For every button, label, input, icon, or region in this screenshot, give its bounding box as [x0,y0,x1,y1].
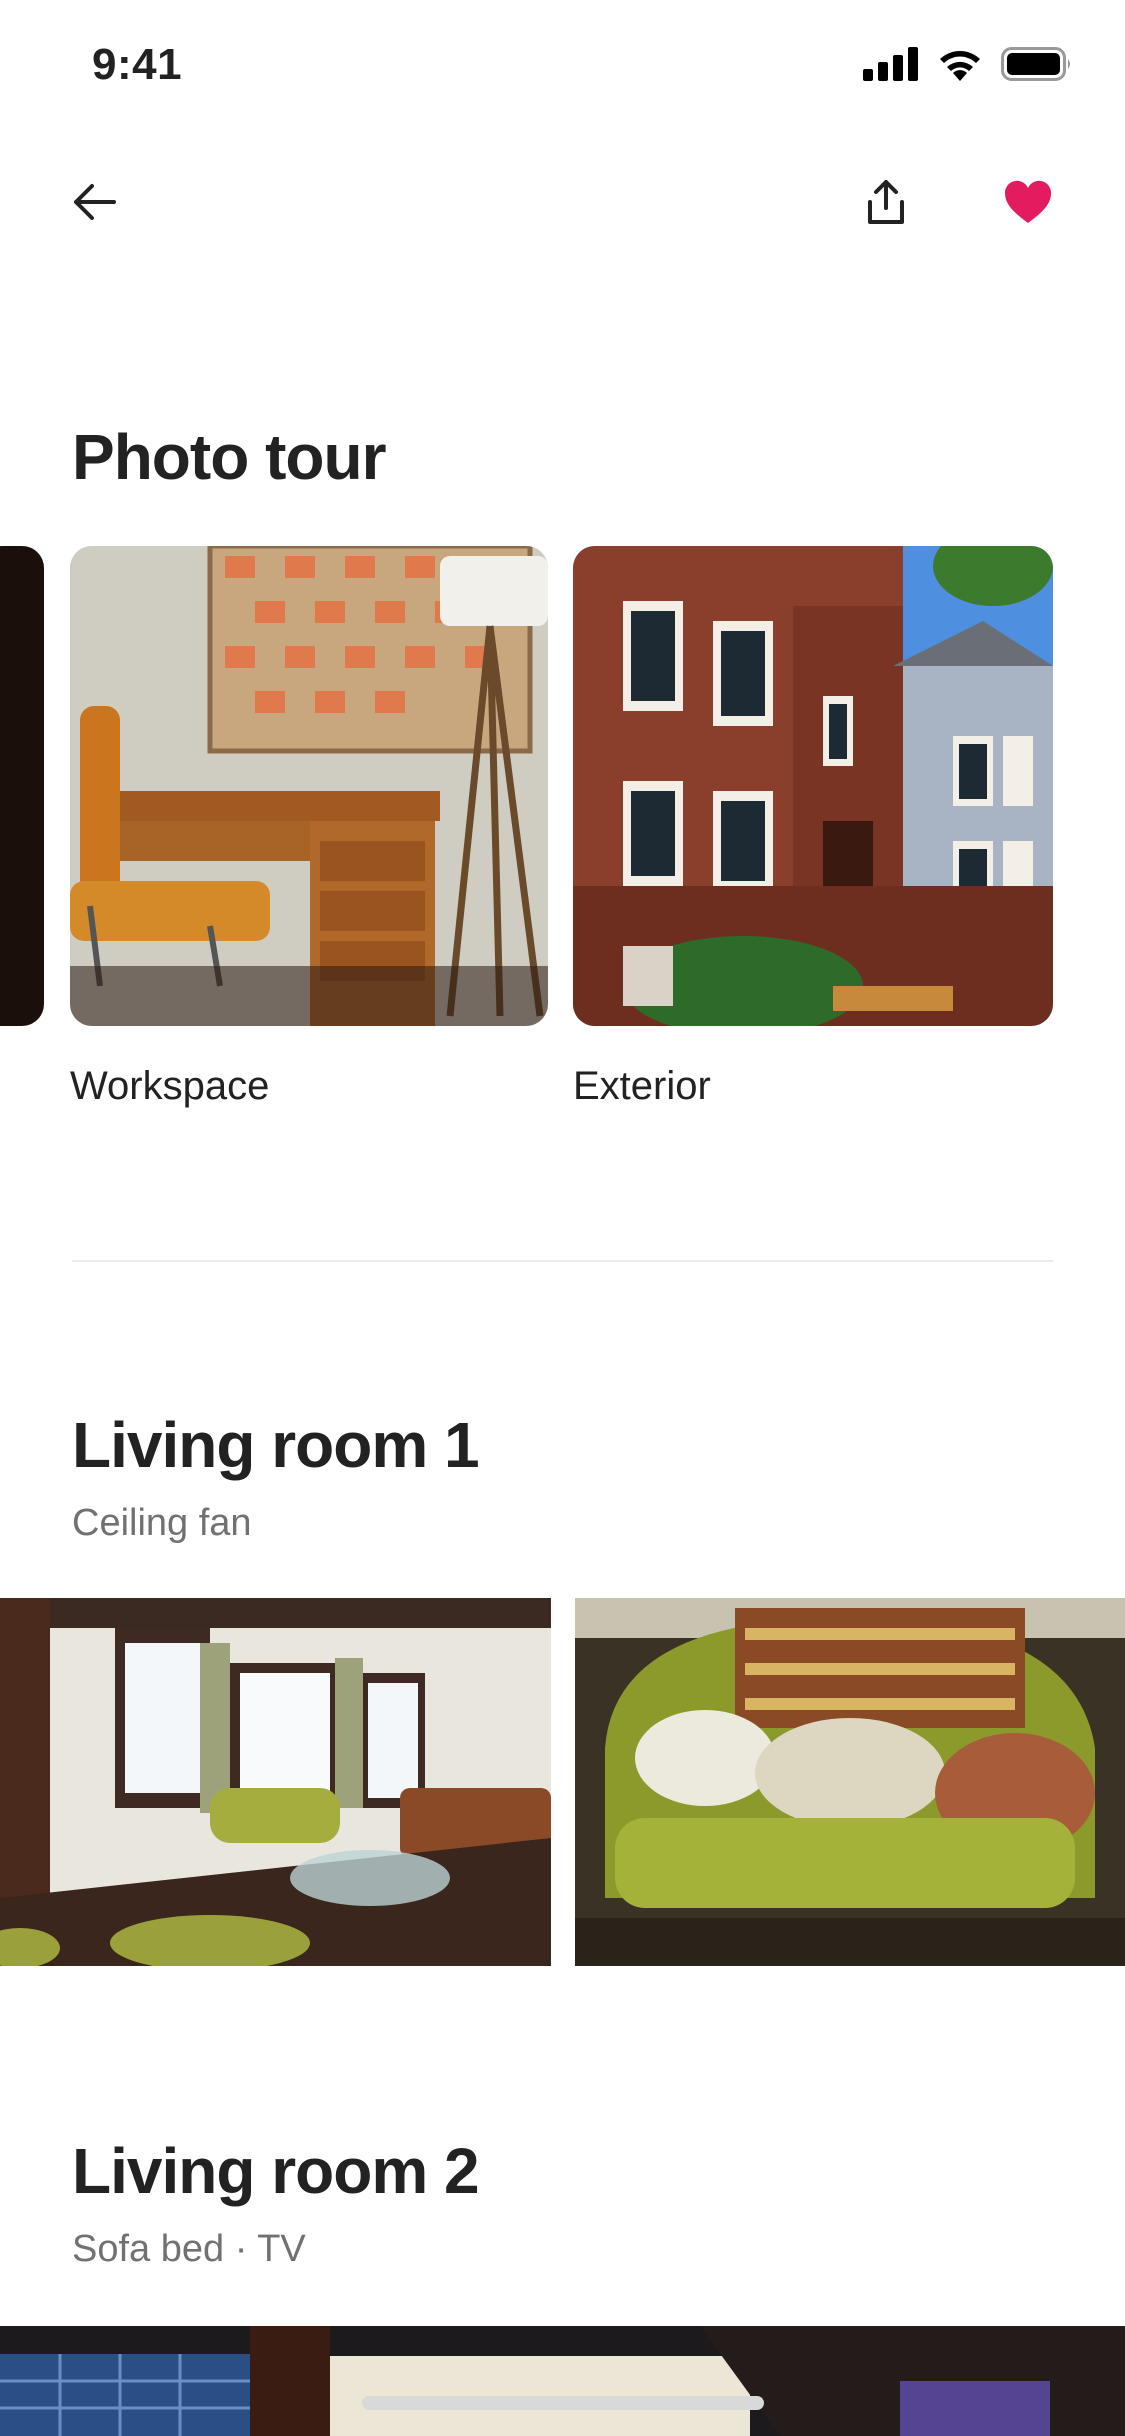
section-title-living-room-1: Living room 1 [72,1409,480,1481]
favorite-button[interactable] [988,164,1068,244]
share-button[interactable] [846,164,926,244]
workspace-photo [70,546,548,1026]
photo-tour-card-previous[interactable] [0,546,44,1026]
status-icons [863,46,1073,86]
section-amenities-living-room-2: Sofa bed · TV [72,2228,306,2270]
photo-tour-title: Photo tour [72,421,386,493]
living-room-2-photo[interactable] [0,2326,1125,2436]
photo-caption-exterior: Exterior [573,1064,711,1108]
photo-tour-card-exterior[interactable] [573,546,1053,1026]
section-amenities-living-room-1: Ceiling fan [72,1502,252,1544]
battery-icon [1001,46,1073,86]
cellular-signal-icon [863,46,919,86]
photo-tour-card-workspace[interactable] [70,546,548,1026]
living-room-2-photo-image [0,2326,1125,2436]
section-divider [72,1260,1053,1262]
wifi-icon [937,47,983,86]
living-room-1-photo-1-image [0,1598,551,1966]
section-title-living-room-2: Living room 2 [72,2135,480,2207]
living-room-1-photo-2-image [575,1598,1125,1966]
photo-caption-workspace: Workspace [70,1064,270,1108]
heart-icon [1003,179,1053,230]
arrow-left-icon [70,182,118,227]
status-time: 9:41 [92,40,183,89]
home-indicator [362,2396,764,2410]
back-button[interactable] [54,164,134,244]
share-icon [864,178,908,231]
living-room-1-photo-2[interactable] [575,1598,1125,1966]
living-room-1-photo-1[interactable] [0,1598,551,1966]
exterior-photo [573,546,1053,1026]
